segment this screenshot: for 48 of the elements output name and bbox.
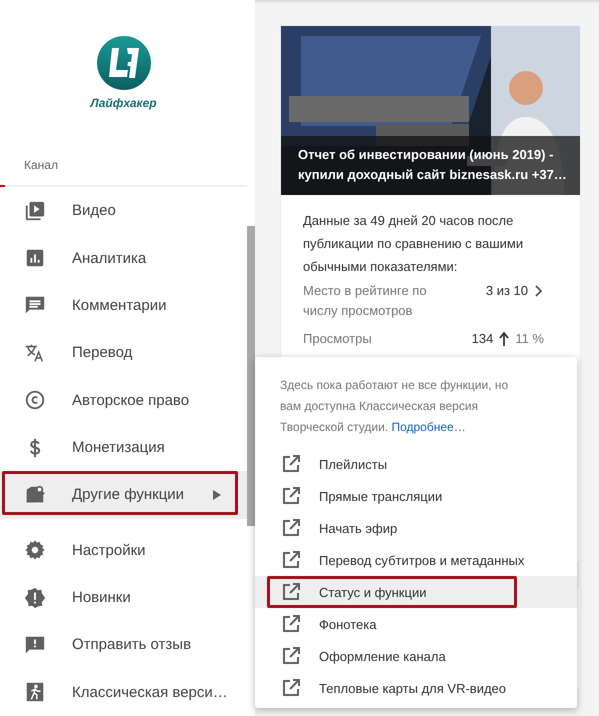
menu-item[interactable]: Начать эфир xyxy=(255,512,577,544)
open-in-new-icon xyxy=(282,455,300,473)
sidebar-item[interactable]: Аналитика xyxy=(0,234,247,282)
section-label: Канал xyxy=(24,158,58,172)
sidebar-item[interactable]: Отправить отзыв xyxy=(0,621,247,669)
open-in-new-icon xyxy=(282,615,300,633)
logo-icon xyxy=(96,36,150,90)
video-library-icon xyxy=(24,200,46,222)
alert-badge-icon xyxy=(24,586,46,609)
video-title: Отчет об инвестировании (июнь 2019) - купили доходный сайт biznesask.ru +37… xyxy=(298,146,568,184)
stat-label: Место в рейтинге по числу просмотров xyxy=(303,282,428,320)
stat-change: 11 % xyxy=(515,330,544,348)
open-in-new-icon xyxy=(282,487,300,505)
sidebar-item[interactable]: Настройки xyxy=(0,526,247,574)
open-in-new-icon xyxy=(282,647,300,665)
sidebar-item[interactable]: Видео xyxy=(0,187,247,234)
up-arrow-icon xyxy=(499,332,510,346)
menu-item[interactable]: Плейлисты xyxy=(255,448,577,480)
stat-value: 134 xyxy=(472,330,494,348)
chevron-icon xyxy=(534,284,544,298)
more-link[interactable]: Подробнее… xyxy=(391,420,466,434)
sidebar-item[interactable]: Другие функции xyxy=(0,471,247,519)
menu-item[interactable]: Тепловые карты для VR-видео xyxy=(255,672,577,704)
open-in-new-icon xyxy=(282,583,300,601)
sidebar-item[interactable]: Авторское право xyxy=(0,376,247,424)
open-in-new-icon xyxy=(282,679,300,697)
bar-chart-icon xyxy=(24,247,46,270)
caret-icon xyxy=(213,490,221,500)
menu-item[interactable]: Оформление канала xyxy=(255,640,577,672)
menu-item[interactable]: Прямые трансляции xyxy=(255,480,577,512)
copyright-icon xyxy=(24,389,46,412)
open-in-new-icon xyxy=(282,551,300,569)
sidebar-item[interactable]: Новинки xyxy=(0,574,247,622)
notice-text: Здесь пока работают не все функции, но вам доступна Классическая версия Творческой студии. Подробнее… xyxy=(280,377,510,436)
menu-item[interactable]: Перевод субтитров и метаданных xyxy=(255,544,577,576)
sidebar-item[interactable]: Перевод xyxy=(0,329,247,377)
settings-icon xyxy=(24,539,46,562)
sidebar-item[interactable]: Классическая верси… xyxy=(0,668,247,716)
open-in-new-icon xyxy=(282,519,300,537)
menu-item[interactable]: Фонотека xyxy=(255,608,577,640)
stat-value: 3 из 10 xyxy=(486,282,528,300)
summary-text: Данные за 49 дней 20 часов после публикации по сравнению с вашими обычными показателями: xyxy=(303,212,524,276)
exit-figure-icon xyxy=(24,681,46,704)
stat-label: Просмотры xyxy=(303,330,373,348)
sidebar-item[interactable]: Монетизация xyxy=(0,424,247,472)
sidebar-item[interactable]: Комментарии xyxy=(0,282,247,330)
logo-caption: Лайфхакер xyxy=(90,96,157,110)
menu-item[interactable]: Статус и функции xyxy=(255,576,577,608)
